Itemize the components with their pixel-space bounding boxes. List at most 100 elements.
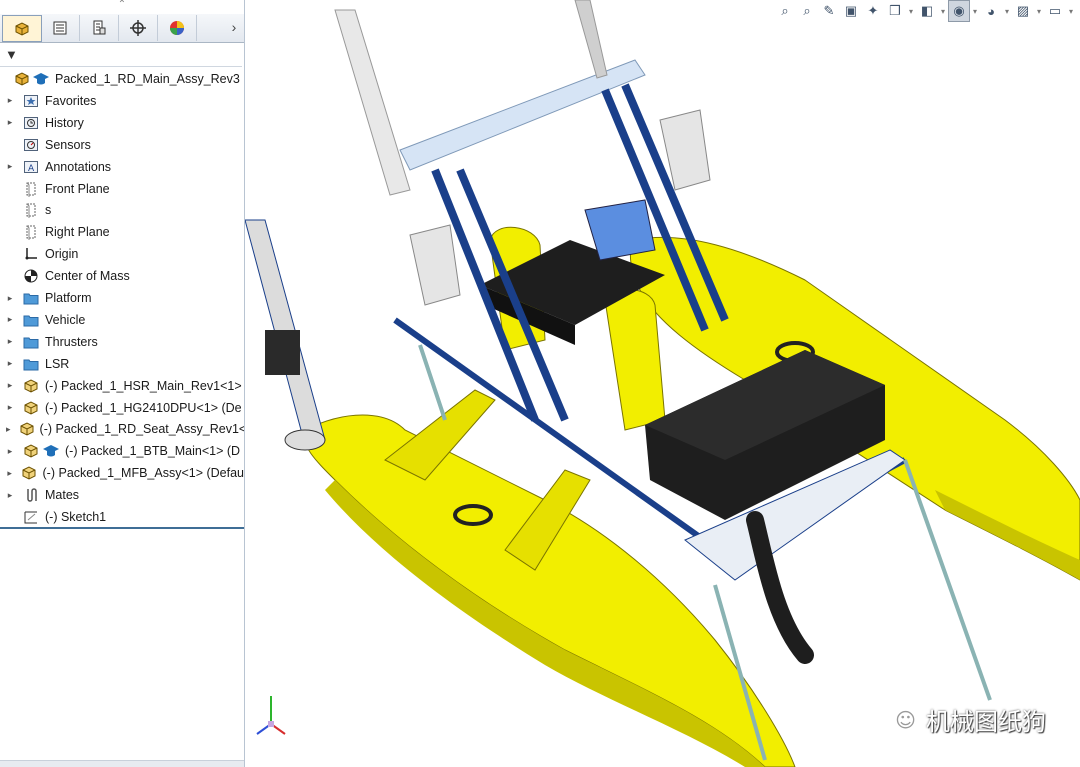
tree-item[interactable]: ▸ Vehicle <box>0 309 244 331</box>
tree-filter-bar: ▼ <box>0 42 242 67</box>
tree-item[interactable]: ▸ A Annotations <box>0 156 244 178</box>
dropdown-arrow-icon[interactable]: ▾ <box>906 0 916 22</box>
tree-item[interactable]: ▸ (-) Packed_1_RD_Seat_Assy_Rev1< <box>0 418 244 440</box>
feature-manager-tab[interactable] <box>2 15 42 42</box>
panel-collapse-handle[interactable]: ⌃ <box>112 0 132 12</box>
property-manager-tab-icon <box>53 21 67 35</box>
tree-item-label: Favorites <box>45 93 97 108</box>
tree-item[interactable]: ▸ Platform <box>0 287 244 309</box>
dropdown-arrow-icon[interactable]: ▾ <box>970 0 980 22</box>
expand-arrow-icon[interactable]: ▸ <box>6 446 14 457</box>
plane-icon <box>22 181 40 197</box>
expand-arrow-icon[interactable]: ▸ <box>6 468 13 479</box>
annotations-icon: A <box>22 159 40 175</box>
subassembly-icon <box>22 400 40 416</box>
tree-item[interactable]: Packed_1_RD_Main_Assy_Rev3 (D <box>0 68 244 90</box>
tree-item[interactable]: ▸ (-) Packed_1_HG2410DPU<1> (De <box>0 397 244 419</box>
expand-arrow-icon[interactable]: ▸ <box>6 424 11 435</box>
center-of-mass-icon <box>22 268 40 284</box>
expand-arrow-icon[interactable]: ▸ <box>6 402 14 413</box>
dropdown-arrow-icon[interactable]: ▾ <box>1034 0 1044 22</box>
dimxpert-manager-tab-icon <box>130 20 146 36</box>
heads-up-view-toolbar: ⌕ ⌕ ✎ ▣ ✦ ❒ ▾ ◧ ▾ ◉ ▾ ◕ ▾ ▨ ▾ ▭ ▾ <box>774 0 1076 22</box>
configuration-manager-tab[interactable] <box>80 15 119 41</box>
tree-filter-input[interactable] <box>25 44 230 64</box>
tree-divider <box>0 527 244 529</box>
zoom-to-fit-icon[interactable]: ⌕ <box>774 0 796 22</box>
graduation-cap-icon <box>32 71 50 87</box>
dynamic-annotation-icon[interactable]: ✦ <box>862 0 884 22</box>
history-icon <box>22 115 40 131</box>
folder-icon <box>22 312 40 328</box>
expand-arrow-icon[interactable]: ▸ <box>6 95 14 106</box>
display-manager-tab[interactable] <box>158 15 197 41</box>
dropdown-arrow-icon[interactable]: ▾ <box>1002 0 1012 22</box>
tree-item[interactable]: ▸ (-) Packed_1_BTB_Main<1> (D <box>0 440 244 462</box>
view-orientation-icon[interactable]: ❒ <box>884 0 906 22</box>
tree-item[interactable]: Front Plane <box>0 178 244 200</box>
tree-item-label: Sensors <box>45 137 91 152</box>
pedal-boat-model <box>245 0 1080 767</box>
tabs-expand-arrow-icon[interactable]: › <box>226 16 242 38</box>
tree-item[interactable]: s <box>0 199 244 221</box>
tree-item-label: Mates <box>45 488 80 503</box>
tree-item-label: Annotations <box>45 159 112 174</box>
graduation-cap-icon <box>42 443 60 459</box>
expand-arrow-icon[interactable]: ▸ <box>6 161 14 172</box>
tree-item[interactable]: Right Plane <box>0 221 244 243</box>
subassembly-icon <box>22 378 40 394</box>
dimxpert-manager-tab[interactable] <box>119 15 158 41</box>
tree-item-label: s <box>45 203 52 218</box>
tree-item[interactable]: ▸ (-) Packed_1_HSR_Main_Rev1<1> <box>0 375 244 397</box>
sensor-mast <box>574 0 608 79</box>
dropdown-arrow-icon[interactable]: ▾ <box>938 0 948 22</box>
tree-item-label: History <box>45 115 84 130</box>
zoom-to-area-icon[interactable]: ⌕ <box>796 0 818 22</box>
tree-item-label: Right Plane <box>45 225 110 240</box>
tree-item[interactable]: Center of Mass <box>0 265 244 287</box>
feature-manager-tab-icon <box>15 21 29 36</box>
expand-arrow-icon[interactable]: ▸ <box>6 314 14 325</box>
previous-view-icon[interactable]: ✎ <box>818 0 840 22</box>
svg-text:A: A <box>28 164 35 174</box>
graphics-area[interactable]: ⌕ ⌕ ✎ ▣ ✦ ❒ ▾ ◧ ▾ ◉ ▾ ◕ ▾ ▨ ▾ ▭ ▾ ☺ 机械图纸狗 <box>245 0 1080 767</box>
tree-item[interactable]: ▸ (-) Packed_1_MFB_Assy<1> (Defau <box>0 462 244 484</box>
apply-scene-icon[interactable]: ▨ <box>1012 0 1034 22</box>
display-manager-tab-icon <box>170 21 184 35</box>
tree-item[interactable]: ▸ Mates <box>0 484 244 506</box>
sensor-icon <box>22 137 40 153</box>
filter-icon[interactable]: ▼ <box>5 47 18 62</box>
triad-origin-icon <box>268 721 274 727</box>
expand-arrow-icon[interactable]: ▸ <box>6 336 14 347</box>
tree-item[interactable]: ▸ History <box>0 112 244 134</box>
mates-icon <box>22 487 40 503</box>
edit-appearance-icon[interactable]: ◕ <box>980 0 1002 22</box>
sketch-icon <box>22 509 40 525</box>
tree-item[interactable]: ▸ Favorites <box>0 90 244 112</box>
expand-arrow-icon[interactable]: ▸ <box>6 380 14 391</box>
tree-item[interactable]: (-) Sketch1 <box>0 506 244 528</box>
tree-item[interactable]: ▸ LSR <box>0 353 244 375</box>
tree-item-label: Packed_1_RD_Main_Assy_Rev3 (D <box>55 72 245 86</box>
wechat-icon: ☺ <box>895 707 916 732</box>
hide-show-items-icon[interactable]: ◉ <box>948 0 970 22</box>
section-view-icon[interactable]: ▣ <box>840 0 862 22</box>
display-style-icon[interactable]: ◧ <box>916 0 938 22</box>
dropdown-arrow-icon[interactable]: ▾ <box>1066 0 1076 22</box>
view-settings-icon[interactable]: ▭ <box>1044 0 1066 22</box>
expand-arrow-icon[interactable]: ▸ <box>6 358 14 369</box>
property-manager-tab[interactable] <box>41 15 80 41</box>
folder-icon <box>22 356 40 372</box>
front-thruster-housing <box>284 429 326 451</box>
antenna-mast <box>334 9 411 196</box>
watermark-text: 机械图纸狗 <box>926 708 1046 736</box>
tree-item[interactable]: ▸ Thrusters <box>0 331 244 353</box>
tree-item[interactable]: Origin <box>0 243 244 265</box>
tree-item-label: (-) Packed_1_HG2410DPU<1> (De <box>45 400 242 415</box>
expand-arrow-icon[interactable]: ▸ <box>6 117 14 128</box>
tree-item[interactable]: Sensors <box>0 134 244 156</box>
left-sensor-box <box>409 224 461 306</box>
expand-arrow-icon[interactable]: ▸ <box>6 490 14 501</box>
expand-arrow-icon[interactable]: ▸ <box>6 293 14 304</box>
origin-icon <box>22 246 40 262</box>
